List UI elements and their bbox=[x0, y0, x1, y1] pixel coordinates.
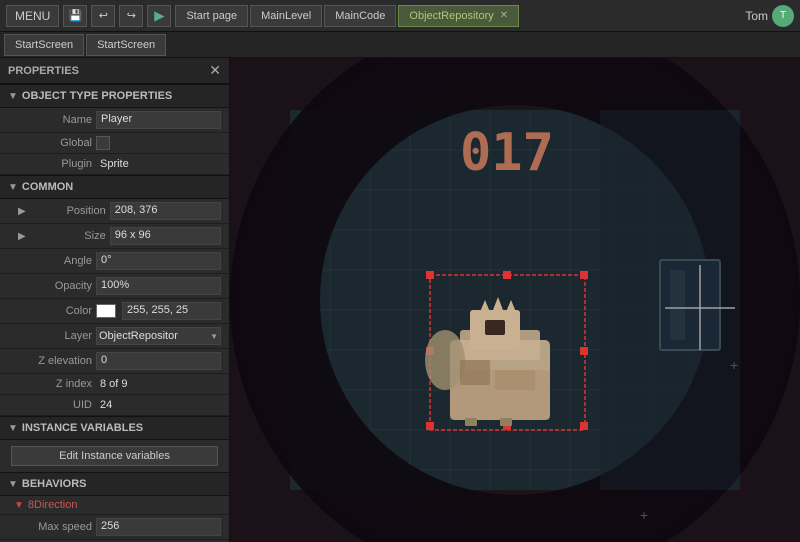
zindex-label: Z index bbox=[12, 378, 92, 390]
section-title-common: COMMON bbox=[22, 181, 73, 193]
color-swatch[interactable] bbox=[96, 304, 116, 318]
size-label: Size bbox=[32, 230, 106, 242]
zelevation-label: Z elevation bbox=[12, 355, 92, 367]
tab-startscreen-1[interactable]: StartScreen bbox=[4, 34, 84, 56]
top-tab-bar: Start page MainLevel MainCode ObjectRepo… bbox=[175, 5, 741, 27]
section-behaviors[interactable]: ▼ BEHAVIORS bbox=[0, 472, 229, 496]
section-arrow-object-type: ▼ bbox=[8, 91, 18, 102]
prop-global: Global bbox=[0, 133, 229, 154]
size-expand-icon: ▶ bbox=[18, 231, 26, 242]
prop-uid: UID 24 bbox=[0, 395, 229, 416]
tab-mainlevel[interactable]: MainLevel bbox=[250, 5, 322, 27]
section-title-object-type: OBJECT TYPE PROPERTIES bbox=[22, 90, 172, 102]
scene-svg: 017 + + bbox=[230, 58, 800, 542]
prop-zindex: Z index 8 of 9 bbox=[0, 374, 229, 395]
color-value[interactable]: 255, 255, 25 bbox=[122, 302, 221, 320]
behavior-8direction[interactable]: ▼ 8Direction bbox=[0, 496, 229, 515]
svg-text:+: + bbox=[730, 357, 738, 373]
game-scene: 017 + + bbox=[230, 58, 800, 542]
behavior-expand-icon: ▼ bbox=[14, 500, 24, 511]
panel-title: PROPERTIES bbox=[8, 65, 79, 77]
opacity-label: Opacity bbox=[12, 280, 92, 292]
position-label: Position bbox=[32, 205, 106, 217]
name-label: Name bbox=[12, 114, 92, 126]
section-title-instance: INSTANCE VARIABLES bbox=[22, 422, 143, 434]
angle-label: Angle bbox=[12, 255, 92, 267]
layer-select[interactable]: ObjectRepositor ▼ bbox=[96, 327, 221, 345]
edit-instance-variables-button[interactable]: Edit Instance variables bbox=[11, 446, 217, 466]
redo-button[interactable]: ↪ bbox=[119, 5, 143, 27]
play-button[interactable]: ▶ bbox=[147, 5, 171, 27]
prop-zelevation: Z elevation 0 bbox=[0, 349, 229, 374]
zindex-value: 8 of 9 bbox=[96, 377, 132, 391]
section-instance-variables[interactable]: ▼ INSTANCE VARIABLES bbox=[0, 416, 229, 440]
maxspeed-value[interactable]: 256 bbox=[96, 518, 221, 536]
prop-angle: Angle 0° bbox=[0, 249, 229, 274]
tab-startpage[interactable]: Start page bbox=[175, 5, 248, 27]
section-arrow-behaviors: ▼ bbox=[8, 479, 18, 490]
user-area: Tom T bbox=[745, 5, 794, 27]
prop-color: Color 255, 255, 25 bbox=[0, 299, 229, 324]
panel-header: PROPERTIES ✕ bbox=[0, 58, 229, 84]
save-button[interactable]: 💾 bbox=[63, 5, 87, 27]
layer-select-arrow: ▼ bbox=[210, 332, 218, 341]
name-value[interactable]: Player bbox=[96, 111, 221, 129]
section-arrow-instance: ▼ bbox=[8, 423, 18, 434]
uid-label: UID bbox=[12, 399, 92, 411]
layer-label: Layer bbox=[12, 330, 92, 342]
section-object-type[interactable]: ▼ OBJECT TYPE PROPERTIES bbox=[0, 84, 229, 108]
maxspeed-label: Max speed bbox=[12, 521, 92, 533]
svg-text:+: + bbox=[640, 507, 648, 523]
angle-value[interactable]: 0° bbox=[96, 252, 221, 270]
prop-layer: Layer ObjectRepositor ▼ bbox=[0, 324, 229, 349]
panel-close-icon[interactable]: ✕ bbox=[209, 62, 221, 79]
section-title-behaviors: BEHAVIORS bbox=[22, 478, 87, 490]
username: Tom bbox=[745, 9, 768, 23]
prop-opacity: Opacity 100% bbox=[0, 274, 229, 299]
position-value[interactable]: 208, 376 bbox=[110, 202, 221, 220]
main-content: PROPERTIES ✕ ▼ OBJECT TYPE PROPERTIES Na… bbox=[0, 58, 800, 542]
second-tab-bar: StartScreen StartScreen bbox=[0, 32, 800, 58]
top-bar: MENU 💾 ↩ ↪ ▶ Start page MainLevel MainCo… bbox=[0, 0, 800, 32]
behavior-name: 8Direction bbox=[28, 499, 78, 511]
uid-value: 24 bbox=[96, 398, 116, 412]
tab-maincode[interactable]: MainCode bbox=[324, 5, 396, 27]
plugin-value: Sprite bbox=[96, 157, 133, 171]
section-arrow-common: ▼ bbox=[8, 182, 18, 193]
left-panel: PROPERTIES ✕ ▼ OBJECT TYPE PROPERTIES Na… bbox=[0, 58, 230, 542]
opacity-value[interactable]: 100% bbox=[96, 277, 221, 295]
global-label: Global bbox=[12, 137, 92, 149]
prop-name: Name Player bbox=[0, 108, 229, 133]
color-label: Color bbox=[12, 305, 92, 317]
plugin-label: Plugin bbox=[12, 158, 92, 170]
prop-maxspeed: Max speed 256 bbox=[0, 515, 229, 540]
canvas-area[interactable]: 017 + + bbox=[230, 58, 800, 542]
close-tab-icon[interactable]: ✕ bbox=[500, 10, 508, 21]
user-avatar: T bbox=[772, 5, 794, 27]
tab-objectrepository[interactable]: ObjectRepository ✕ bbox=[398, 5, 519, 27]
svg-text:017: 017 bbox=[460, 123, 554, 183]
prop-size: ▶ Size 96 x 96 bbox=[0, 224, 229, 249]
tab-startscreen-2[interactable]: StartScreen bbox=[86, 34, 166, 56]
undo-button[interactable]: ↩ bbox=[91, 5, 115, 27]
menu-button[interactable]: MENU bbox=[6, 5, 59, 27]
zelevation-value[interactable]: 0 bbox=[96, 352, 221, 370]
section-common[interactable]: ▼ COMMON bbox=[0, 175, 229, 199]
position-expand-icon: ▶ bbox=[18, 206, 26, 217]
prop-position: ▶ Position 208, 376 bbox=[0, 199, 229, 224]
size-value[interactable]: 96 x 96 bbox=[110, 227, 221, 245]
prop-plugin: Plugin Sprite bbox=[0, 154, 229, 175]
global-checkbox[interactable] bbox=[96, 136, 110, 150]
